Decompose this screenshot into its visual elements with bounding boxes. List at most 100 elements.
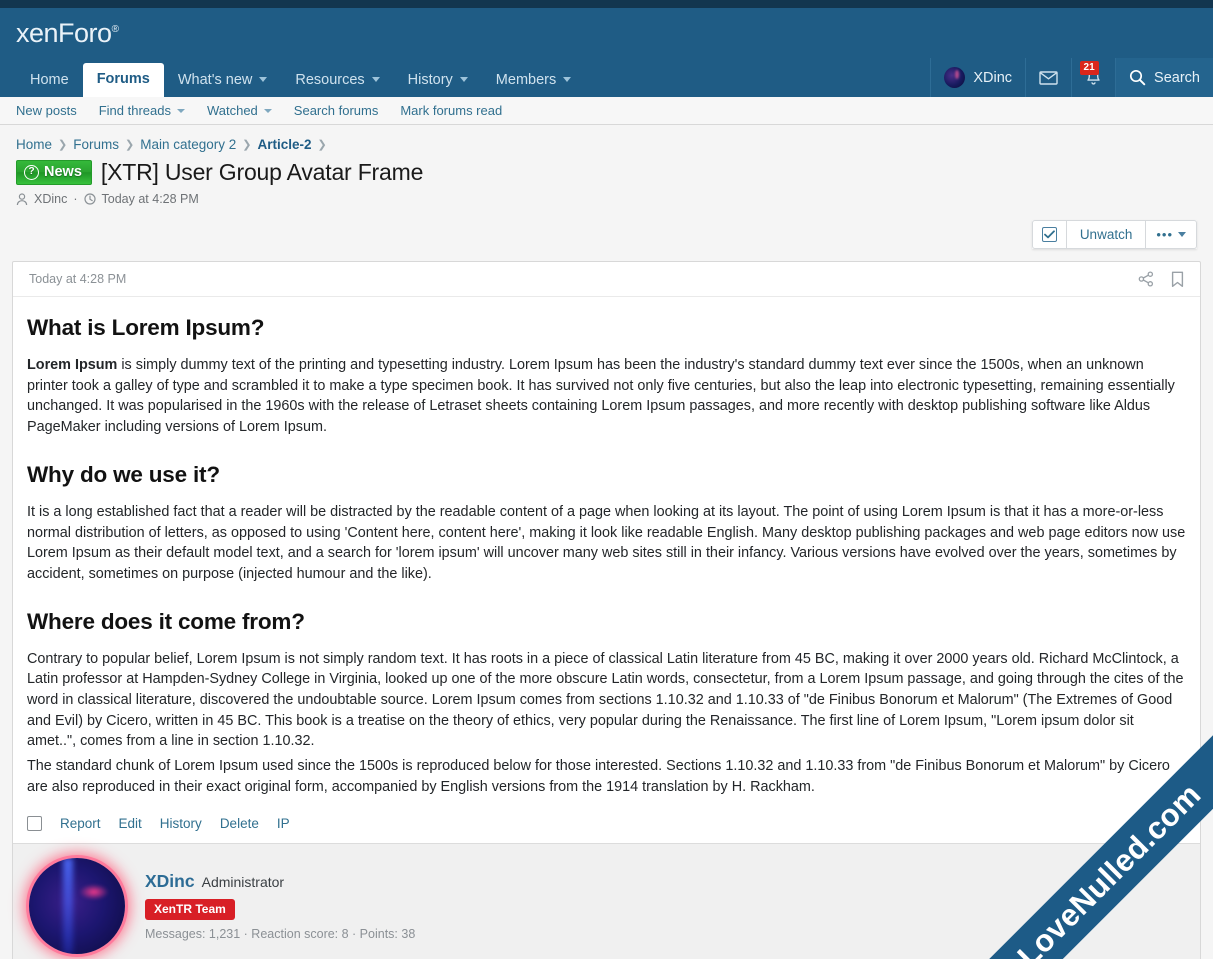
search-label: Search	[1154, 69, 1200, 86]
nav-label: Members	[495, 71, 557, 88]
subnav-label: Watched	[206, 103, 258, 118]
post-paragraph-1-text: is simply dummy text of the printing and…	[27, 357, 1175, 436]
nav-label: Home	[30, 71, 69, 88]
site-logo-text: xenForo	[16, 17, 112, 48]
search-button[interactable]: Search	[1115, 58, 1213, 97]
search-icon	[1129, 69, 1146, 86]
page-title: [XTR] User Group Avatar Frame	[100, 159, 424, 185]
post-action-history[interactable]: History	[160, 816, 202, 831]
post-action-ip[interactable]: IP	[277, 816, 290, 831]
thread-title-row: ? News [XTR] User Group Avatar Frame	[0, 152, 1213, 186]
chevron-down-icon	[459, 77, 468, 83]
breadcrumb-separator: ❯	[125, 139, 135, 151]
post-heading-2: Why do we use it?	[27, 461, 220, 487]
subnav-label: Find threads	[98, 103, 171, 118]
author-username[interactable]: XDinc	[145, 871, 195, 892]
subnav-item-search-forums[interactable]: Search forums	[283, 103, 390, 118]
chevron-down-icon	[371, 77, 380, 83]
subnav-item-mark-forums-read[interactable]: Mark forums read	[389, 103, 513, 118]
nav-item-history[interactable]: History	[394, 64, 482, 98]
post-timestamp[interactable]: Today at 4:28 PM	[29, 272, 126, 286]
post-footer-actions: Report Edit History Delete IP	[27, 815, 290, 831]
breadcrumb-item-forums[interactable]: Forums	[73, 137, 119, 152]
watch-button-group: Unwatch •••	[1031, 220, 1197, 249]
post-card: Today at 4:28 PM What is Lorem Ipsum? Lo…	[12, 261, 1201, 959]
main-navigation: Home Forums What's new Resources History…	[0, 58, 1213, 97]
inbox-button[interactable]	[1025, 58, 1071, 97]
user-menu-button[interactable]: XDinc	[930, 58, 1025, 97]
post-paragraph-2: It is a long established fact that a rea…	[27, 503, 1186, 582]
subnav-item-find-threads[interactable]: Find threads	[88, 103, 196, 118]
nav-item-members[interactable]: Members	[482, 64, 585, 98]
author-info: XDinc Administrator XenTR Team Messages:…	[145, 871, 415, 941]
chevron-down-icon	[263, 108, 272, 113]
post-select-checkbox[interactable]	[27, 815, 42, 831]
thread-author[interactable]: XDinc	[34, 192, 67, 206]
post-paragraph-3: Contrary to popular belief, Lorem Ipsum …	[27, 650, 1184, 750]
author-stats: Messages: 1,231 · Reaction score: 8 · Po…	[145, 926, 416, 941]
chevron-down-icon	[176, 108, 185, 113]
unwatch-label: Unwatch	[1079, 227, 1133, 242]
nav-label: Forums	[96, 70, 150, 87]
subnav-item-watched[interactable]: Watched	[196, 103, 283, 118]
watch-checkbox-button[interactable]	[1031, 220, 1067, 249]
nav-items: Home Forums What's new Resources History…	[16, 62, 585, 98]
nav-label: History	[407, 71, 453, 88]
checked-box-icon	[1041, 227, 1057, 242]
subnav-label: New posts	[16, 103, 77, 118]
nav-item-home[interactable]: Home	[16, 64, 83, 98]
alert-count-badge: 21	[1079, 61, 1099, 75]
breadcrumb-item-home[interactable]: Home	[16, 137, 52, 152]
share-icon[interactable]	[1138, 271, 1154, 287]
site-logo[interactable]: xenForo®	[16, 17, 119, 49]
post-action-edit[interactable]: Edit	[119, 816, 142, 831]
question-circle-icon: ?	[24, 164, 39, 180]
clock-icon	[83, 193, 96, 205]
post-body: What is Lorem Ipsum? Lorem Ipsum is simp…	[13, 297, 1200, 806]
thread-date[interactable]: Today at 4:28 PM	[102, 192, 199, 206]
alerts-button[interactable]: 21	[1071, 58, 1115, 97]
post-action-report[interactable]: Report	[60, 816, 101, 831]
post-heading-1: What is Lorem Ipsum?	[27, 315, 265, 340]
avatar[interactable]	[29, 857, 125, 954]
secondary-navigation: New posts Find threads Watched Search fo…	[0, 97, 1213, 125]
user-icon	[16, 192, 28, 205]
ellipsis-icon: •••	[1156, 227, 1173, 242]
nav-item-forums[interactable]: Forums	[82, 62, 164, 97]
post-heading-3: Where does it come from?	[27, 608, 305, 634]
nav-label: Resources	[295, 71, 365, 88]
breadcrumb-separator: ❯	[242, 139, 252, 151]
author-title: Administrator	[201, 873, 285, 890]
post-paragraph-1: Lorem Ipsum is simply dummy text of the …	[27, 355, 1186, 438]
author-name-row: XDinc Administrator	[145, 871, 415, 892]
chevron-down-icon	[1178, 232, 1186, 237]
breadcrumb-item-article-2[interactable]: Article-2	[258, 137, 312, 152]
nav-item-whats-new[interactable]: What's new	[164, 64, 282, 98]
breadcrumb-item-main-category-2[interactable]: Main category 2	[140, 137, 236, 152]
thread-prefix-label: News	[44, 164, 82, 180]
subnav-label: Search forums	[293, 103, 379, 118]
thread-meta: XDinc · Today at 4:28 PM	[0, 186, 1213, 206]
subnav-item-new-posts[interactable]: New posts	[16, 103, 88, 118]
nav-item-resources[interactable]: Resources	[281, 64, 393, 98]
bookmark-icon[interactable]	[1171, 271, 1184, 288]
page-root: xenForo® Home Forums What's new Resource…	[0, 0, 1213, 959]
thread-action-bar: Unwatch •••	[0, 206, 1213, 249]
top-accent-strip	[0, 0, 1213, 8]
nav-user-area: XDinc 21 Search	[930, 58, 1213, 97]
unwatch-button[interactable]: Unwatch	[1065, 220, 1147, 249]
breadcrumb-separator: ❯	[317, 139, 327, 151]
thread-prefix-badge[interactable]: ? News	[16, 160, 92, 185]
author-team-badge: XenTR Team	[145, 898, 235, 920]
avatar	[944, 67, 966, 88]
user-menu-label: XDinc	[973, 69, 1013, 86]
more-options-button[interactable]: •••	[1145, 220, 1197, 249]
subnav-label: Mark forums read	[400, 103, 503, 118]
site-header: xenForo® Home Forums What's new Resource…	[0, 8, 1213, 97]
breadcrumb-separator: ❯	[58, 139, 68, 151]
post-footer: Report Edit History Delete IP Reply	[13, 806, 1200, 843]
post-action-delete[interactable]: Delete	[220, 816, 259, 831]
chevron-down-icon	[259, 77, 268, 83]
nav-label: What's new	[177, 71, 253, 88]
chevron-down-icon	[563, 77, 572, 83]
